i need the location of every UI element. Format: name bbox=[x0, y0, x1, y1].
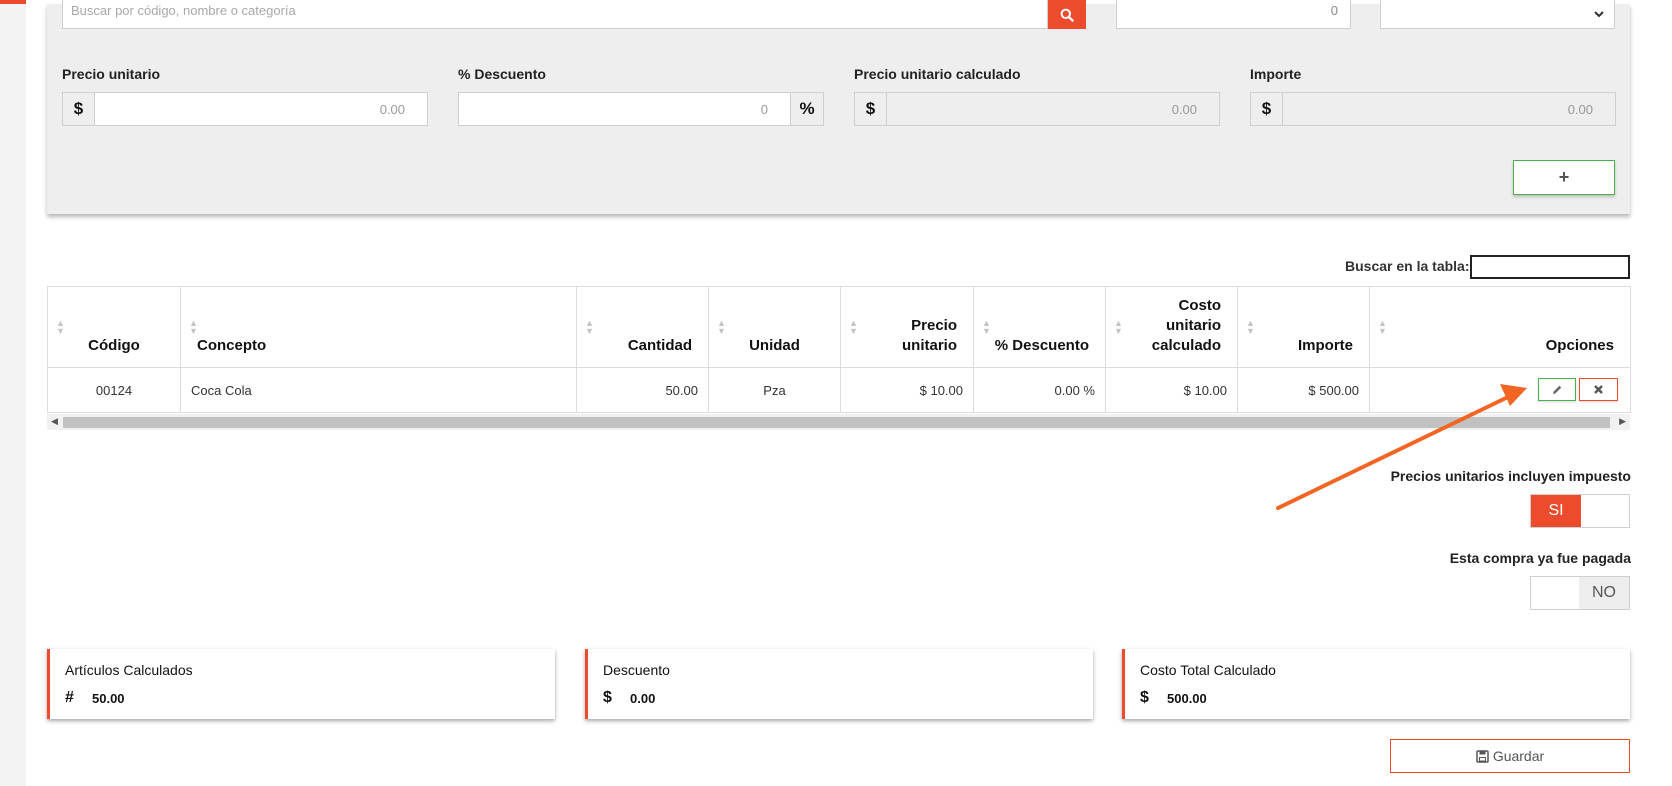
articles-value: 50.00 bbox=[92, 691, 125, 706]
paid-label: Esta compra ya fue pagada bbox=[1449, 550, 1631, 566]
hash-icon: # bbox=[65, 689, 74, 706]
floppy-disk-icon bbox=[1476, 749, 1489, 763]
save-label: Guardar bbox=[1492, 748, 1545, 764]
discount-card: Descuento $ 0.00 bbox=[585, 649, 1093, 719]
discount-value: 0.00 bbox=[630, 691, 656, 706]
toggle-off-state: NO bbox=[1579, 577, 1629, 609]
dollar-icon: $ bbox=[603, 689, 612, 706]
dollar-icon: $ bbox=[1140, 689, 1149, 706]
discount-title: Descuento bbox=[603, 662, 670, 678]
total-card: Costo Total Calculado $ 500.00 bbox=[1122, 649, 1630, 719]
paid-toggle[interactable]: NO bbox=[1530, 576, 1630, 610]
tax-included-label: Precios unitarios incluyen impuesto bbox=[1390, 468, 1631, 484]
total-title: Costo Total Calculado bbox=[1140, 662, 1276, 678]
save-button[interactable]: Guardar bbox=[1390, 739, 1630, 773]
articles-card: Artículos Calculados # 50.00 bbox=[47, 649, 555, 719]
tax-included-toggle[interactable]: SI bbox=[1530, 494, 1630, 528]
toggle-on-state: SI bbox=[1531, 495, 1581, 527]
articles-title: Artículos Calculados bbox=[65, 662, 193, 678]
total-value: 500.00 bbox=[1167, 691, 1207, 706]
